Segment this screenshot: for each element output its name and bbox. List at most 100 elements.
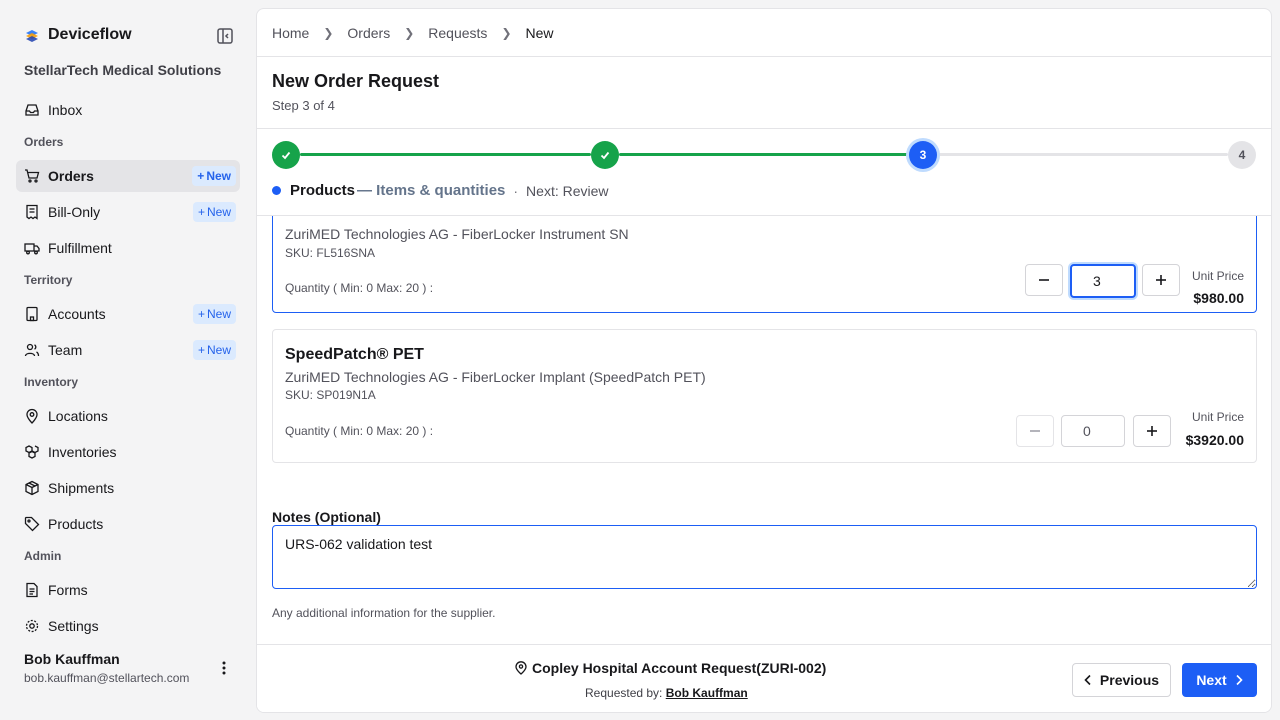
notes-label: Notes (Optional) [272,509,381,525]
plus-icon: + [197,307,205,321]
footer: Copley Hospital Account Request(ZURI-002… [257,644,1271,712]
sidebar-item-label: Inbox [48,102,83,118]
sidebar-item-forms[interactable]: Forms [16,574,240,606]
quantity-input[interactable] [1061,415,1125,447]
chevron-right-icon: ❯ [404,26,415,40]
decrease-quantity-button[interactable] [1016,415,1054,447]
sidebar-item-products[interactable]: Products [16,508,240,540]
next-button[interactable]: Next [1182,663,1257,697]
sidebar-item-inventories[interactable]: Inventories [16,436,240,468]
sidebar-item-label: Team [48,342,83,358]
requested-by: Requested by: Bob Kauffman [585,686,748,700]
page-title: New Order Request [272,71,440,91]
section-admin: Admin [24,549,62,563]
new-account-badge[interactable]: + New [192,304,236,324]
tag-icon [24,516,40,532]
plus-icon [1147,426,1157,436]
receipt-icon [24,204,40,220]
account-request: Copley Hospital Account Request(ZURI-002… [514,660,826,676]
boxes-icon [24,444,40,460]
step-3-current[interactable]: 3 [909,141,937,169]
new-team-badge[interactable]: + New [192,340,236,360]
sidebar-item-orders[interactable]: Orders + New [16,160,240,192]
sidebar-item-label: Forms [48,582,88,598]
sidebar-nav: Inbox Orders Orders + New Bill-Only + New … [16,94,240,640]
sidebar-item-team[interactable]: Team + New [16,334,240,366]
more-vertical-icon[interactable] [215,659,233,677]
sidebar-item-bill-only[interactable]: Bill-Only + New [16,196,240,228]
requested-by-link[interactable]: Bob Kauffman [666,686,748,700]
step-caption: Products — Items & quantities · Next: Re… [272,182,609,199]
product-card[interactable]: ZuriMED Technologies AG - FiberLocker In… [272,216,1257,313]
product-sku: SKU: SP019N1A [285,388,376,402]
step-caption-desc: — Items & quantities [357,182,506,199]
sidebar-item-label: Locations [48,408,108,424]
quantity-label: Quantity ( Min: 0 Max: 20 ) : [285,424,434,438]
step-connector-2 [619,153,909,156]
org-name: StellarTech Medical Solutions [24,62,222,78]
map-pin-user-icon [515,661,527,675]
sidebar-collapse-icon[interactable] [216,27,234,45]
sidebar-item-fulfillment[interactable]: Fulfillment [16,232,240,264]
minus-icon [1030,430,1040,432]
file-text-icon [24,582,40,598]
plus-icon: + [197,205,205,219]
new-order-badge[interactable]: + New [192,166,236,186]
current-step-dot [272,186,281,195]
step-caption-next: Next: Review [526,182,609,199]
map-pin-icon [24,408,40,424]
brand[interactable]: Deviceflow [24,26,132,44]
unit-price-label: Unit Price [1191,269,1244,283]
breadcrumb-orders[interactable]: Orders [347,25,390,41]
sidebar-item-label: Products [48,516,104,532]
section-inventory: Inventory [24,375,79,389]
minus-icon [1039,279,1049,281]
previous-button[interactable]: Previous [1072,663,1171,697]
section-territory: Territory [24,273,73,287]
decrease-quantity-button[interactable] [1025,264,1063,296]
sidebar-item-locations[interactable]: Locations [16,400,240,432]
page-subtitle: Step 3 of 4 [272,98,335,113]
step-connector-1 [300,153,591,156]
sidebar-item-inbox[interactable]: Inbox [16,94,240,126]
divider [257,56,1271,57]
cart-icon [24,168,40,184]
step-4-pending: 4 [1228,141,1256,169]
breadcrumb: Home ❯ Orders ❯ Requests ❯ New [272,25,554,41]
increase-quantity-button[interactable] [1142,264,1180,296]
sidebar-item-accounts[interactable]: Accounts + New [16,298,240,330]
plus-icon [1156,275,1166,285]
product-name: SpeedPatch® PET [285,346,424,363]
chevron-right-icon: ❯ [501,26,512,40]
unit-price-label: Unit Price [1191,410,1244,424]
quantity-label: Quantity ( Min: 0 Max: 20 ) : [285,281,434,295]
sidebar-item-label: Settings [48,618,99,634]
progress-stepper: 3 4 [272,140,1258,170]
sidebar-item-label: Accounts [48,306,106,322]
notes-textarea[interactable]: URS-062 validation test [272,525,1257,589]
plus-icon: + [197,343,205,357]
breadcrumb-home[interactable]: Home [272,25,309,41]
step-1-complete[interactable] [272,141,300,169]
sidebar-item-settings[interactable]: Settings [16,610,240,640]
products-scroll-area[interactable]: ZuriMED Technologies AG - FiberLocker In… [257,216,1271,644]
unit-price-value: $3920.00 [1185,432,1244,448]
sidebar-item-shipments[interactable]: Shipments [16,472,240,504]
user-email: bob.kauffman@stellartech.com [24,671,190,685]
breadcrumb-current: New [525,25,554,41]
quantity-input[interactable] [1070,264,1136,298]
plus-icon: + [197,169,205,183]
increase-quantity-button[interactable] [1133,415,1171,447]
chevron-right-icon [1236,674,1243,686]
user-profile[interactable]: Bob Kauffman bob.kauffman@stellartech.co… [24,651,189,685]
product-sku: SKU: FL516SNA [285,246,376,260]
breadcrumb-requests[interactable]: Requests [428,25,487,41]
notes-help-text: Any additional information for the suppl… [272,606,496,620]
main-panel: Home ❯ Orders ❯ Requests ❯ New New Order… [256,8,1272,713]
chevron-left-icon [1084,674,1091,686]
truck-icon [24,240,40,256]
new-bill-only-badge[interactable]: + New [192,202,236,222]
product-card[interactable]: SpeedPatch® PET ZuriMED Technologies AG … [272,329,1257,463]
step-2-complete[interactable] [591,141,619,169]
sidebar-item-label: Fulfillment [48,240,112,256]
